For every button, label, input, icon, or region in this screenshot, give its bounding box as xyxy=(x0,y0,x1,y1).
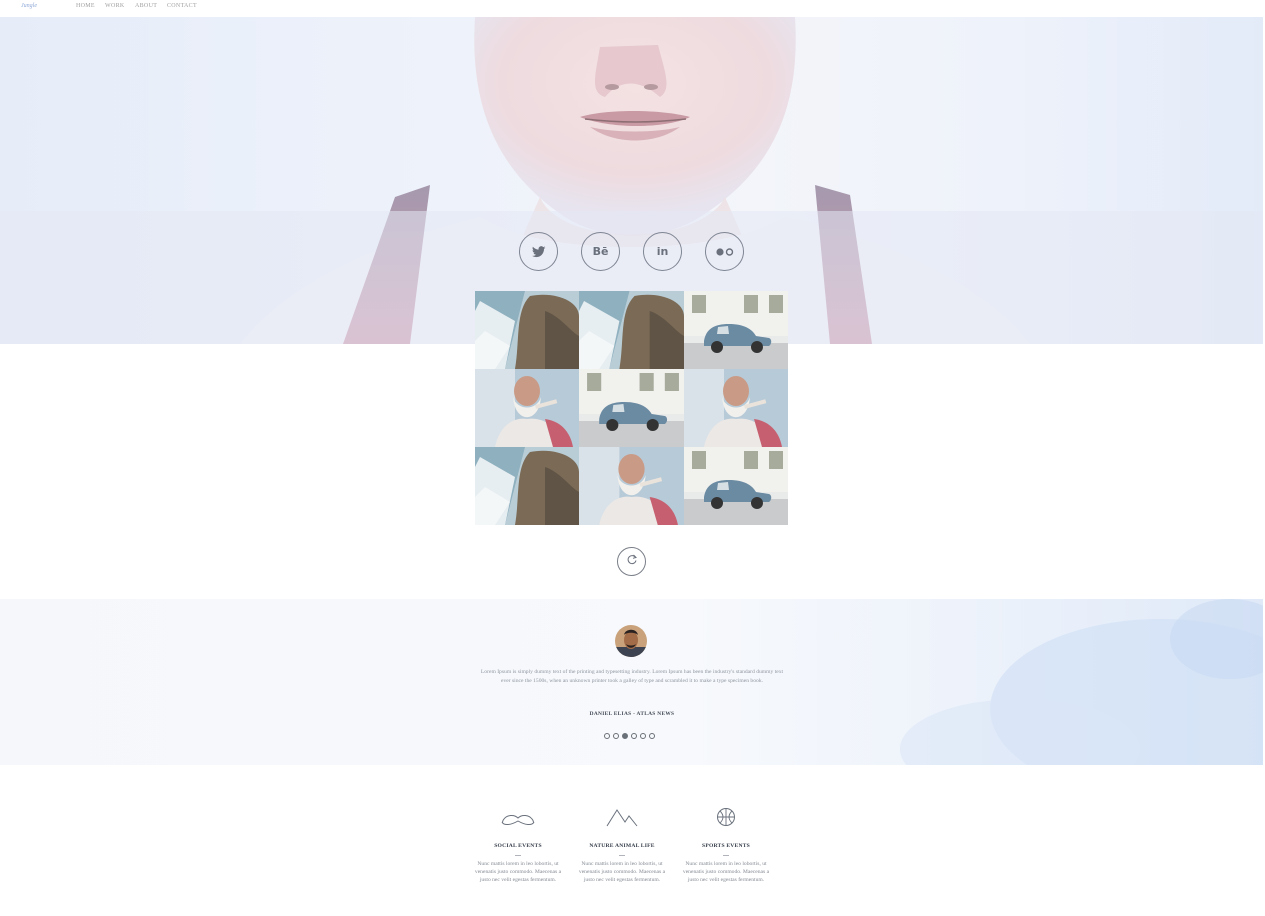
testimonial-quote: Lorem Ipsum is simply dummy text of the … xyxy=(480,669,784,684)
photo-gallery xyxy=(475,291,788,525)
carousel-dot[interactable] xyxy=(649,733,655,739)
carousel-dot[interactable] xyxy=(622,733,628,739)
load-more-button[interactable] xyxy=(617,547,646,576)
flickr-icon xyxy=(715,247,734,256)
carousel-dot[interactable] xyxy=(640,733,646,739)
gallery-photo-waterfall[interactable] xyxy=(579,291,684,369)
feature-sports-events: SPORTS EVENTS Nunc mattis lorem in leo l… xyxy=(681,806,771,884)
avatar xyxy=(615,625,647,657)
nav-contact[interactable]: CONTACT xyxy=(167,3,197,9)
gallery-photo-old-man[interactable] xyxy=(684,369,788,447)
gallery-photo-car[interactable] xyxy=(579,369,684,447)
divider xyxy=(619,855,625,856)
feature-title: SOCIAL EVENTS xyxy=(494,843,542,849)
linkedin-icon: in xyxy=(656,245,669,258)
testimonial-author: DANIEL ELIAS - ATLAS NEWS xyxy=(589,711,675,717)
gallery-photo-car[interactable] xyxy=(684,447,788,525)
gallery-photo-waterfall[interactable] xyxy=(475,447,579,525)
top-nav: Jungle HOME WORK ABOUT CONTACT xyxy=(0,0,1265,17)
gallery-photo-old-man[interactable] xyxy=(475,369,579,447)
testimonial-section: Lorem Ipsum is simply dummy text of the … xyxy=(0,599,1263,765)
mountain-icon xyxy=(606,807,638,832)
divider xyxy=(723,855,729,856)
feature-text: Nunc mattis lorem in leo lobortis, ut ve… xyxy=(578,861,666,883)
carousel-dot[interactable] xyxy=(613,733,619,739)
behance-button[interactable]: Bē xyxy=(581,232,620,271)
nav-home[interactable]: HOME xyxy=(76,3,95,9)
feature-text: Nunc mattis lorem in leo lobortis, ut ve… xyxy=(474,861,562,883)
feature-social-events: SOCIAL EVENTS Nunc mattis lorem in leo l… xyxy=(473,806,563,884)
flickr-button[interactable] xyxy=(705,232,744,271)
divider xyxy=(515,855,521,856)
gallery-photo-car[interactable] xyxy=(684,291,788,369)
logo[interactable]: Jungle xyxy=(21,3,37,9)
feature-nature-animal-life: NATURE ANIMAL LIFE Nunc mattis lorem in … xyxy=(577,806,667,884)
feature-title: NATURE ANIMAL LIFE xyxy=(589,843,655,849)
feature-title: SPORTS EVENTS xyxy=(702,843,750,849)
carousel-dots xyxy=(604,733,655,739)
gallery-photo-waterfall[interactable] xyxy=(475,291,579,369)
gallery-photo-old-man[interactable] xyxy=(579,447,684,525)
mustache-icon xyxy=(501,813,535,832)
nav-about[interactable]: ABOUT xyxy=(135,3,157,9)
feature-text: Nunc mattis lorem in leo lobortis, ut ve… xyxy=(682,861,770,883)
twitter-icon xyxy=(531,245,546,258)
behance-icon: Bē xyxy=(592,245,609,258)
linkedin-button[interactable]: in xyxy=(643,232,682,271)
twitter-button[interactable] xyxy=(519,232,558,271)
nav-work[interactable]: WORK xyxy=(105,3,125,9)
carousel-dot[interactable] xyxy=(604,733,610,739)
ball-icon xyxy=(716,807,736,832)
refresh-icon xyxy=(626,553,638,571)
carousel-dot[interactable] xyxy=(631,733,637,739)
